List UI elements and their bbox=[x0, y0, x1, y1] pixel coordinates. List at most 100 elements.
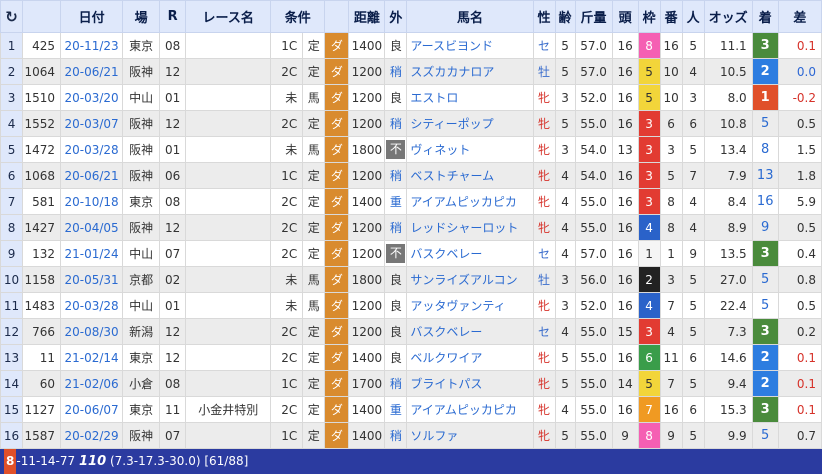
col-race-name[interactable]: レース名 bbox=[185, 0, 272, 33]
race-date[interactable]: 20-06/07 bbox=[60, 396, 124, 423]
col-heads[interactable]: 頭 bbox=[611, 0, 639, 33]
race-date[interactable]: 20-02/29 bbox=[60, 422, 124, 449]
table-row[interactable]: 16 1587 20-02/29 阪神 07 1C 定ダ 1400 稍ソルファ牝 5 55.0 9 8 9… bbox=[0, 422, 822, 449]
row-number: 6 bbox=[0, 162, 24, 189]
col-odds[interactable]: オッズ bbox=[703, 0, 753, 33]
race-name bbox=[185, 292, 272, 319]
sex: 牝 bbox=[532, 370, 556, 397]
col-distance[interactable]: 距離 bbox=[348, 0, 386, 33]
table-row[interactable]: 9 132 21-01/24 中山 07 2C 定ダ 1200 不バスクベレーセ 4 57.0 16 1… bbox=[0, 240, 822, 267]
reload-icon[interactable]: ↻ bbox=[5, 8, 18, 26]
horse-name[interactable]: アッタヴァンティ bbox=[406, 292, 534, 319]
col-weight[interactable]: 斤量 bbox=[574, 0, 613, 33]
horse-name[interactable]: アイアムピッカピカ bbox=[406, 396, 534, 423]
table-row[interactable]: 8 1427 20-04/05 阪神 12 2C 定ダ 1200 稍レッドシャーロット牝 4 55.… bbox=[0, 214, 822, 241]
col-margin[interactable]: 差 bbox=[777, 0, 822, 33]
col-id bbox=[22, 0, 62, 33]
odds: 22.4 bbox=[703, 292, 753, 319]
waku-badge: 3 bbox=[637, 136, 661, 163]
horse-name[interactable]: レッドシャーロット bbox=[406, 214, 534, 241]
sex: 牝 bbox=[532, 292, 556, 319]
horse-name[interactable]: ヴィネット bbox=[406, 136, 534, 163]
col-date[interactable]: 日付 bbox=[60, 0, 124, 33]
table-row[interactable]: 6 1068 20-06/21 阪神 06 1C 定ダ 1200 稍ベストチャーム牝 4 54.0 1… bbox=[0, 162, 822, 189]
race-date[interactable]: 20-03/28 bbox=[60, 136, 124, 163]
race-date[interactable]: 20-06/21 bbox=[60, 162, 124, 189]
horse-name[interactable]: ブライトパス bbox=[406, 370, 534, 397]
table-row[interactable]: 7 581 20-10/18 東京 08 2C 定ダ 1400 重アイアムピッカピカ牝 4 55.0… bbox=[0, 188, 822, 215]
popularity: 6 bbox=[681, 110, 705, 137]
col-outer[interactable]: 外 bbox=[384, 0, 408, 33]
race-date[interactable]: 21-01/24 bbox=[60, 240, 124, 267]
table-row[interactable]: 12 766 20-08/30 新潟 12 2C 定ダ 1200 良バスクベレーセ 4 55.0 15… bbox=[0, 318, 822, 345]
race-date[interactable]: 20-11/23 bbox=[60, 32, 124, 59]
race-date[interactable]: 21-02/06 bbox=[60, 370, 124, 397]
col-sex[interactable]: 性 bbox=[532, 0, 556, 33]
table-row[interactable]: 3 1510 20-03/20 中山 01 未馬ダ 1200 良エストロ牝 3 52.0 16 5 10… bbox=[0, 84, 822, 111]
race-date[interactable]: 21-02/14 bbox=[60, 344, 124, 371]
horse-name[interactable]: ソルファ bbox=[406, 422, 534, 449]
table-row[interactable]: 1 425 20-11/23 東京 08 1C 定ダ 1400 良アースビヨンドセ 5 57.0 16… bbox=[0, 32, 822, 59]
race-date[interactable]: 20-03/07 bbox=[60, 110, 124, 137]
race-date[interactable]: 20-03/28 bbox=[60, 292, 124, 319]
race-class: 1C bbox=[270, 32, 304, 59]
finish: 5 bbox=[751, 292, 779, 319]
table-row[interactable]: 2 1064 20-06/21 阪神 12 2C 定ダ 1200 稍スズカカナロア牡 5 57.0 1… bbox=[0, 58, 822, 85]
distance: 1400 bbox=[348, 32, 386, 59]
popularity: 5 bbox=[681, 136, 705, 163]
table-row[interactable]: 15 1127 20-06/07 東京 11 小金井特別 2C 定ダ 1400 重アイアムピッカピ… bbox=[0, 396, 822, 423]
sex: 牡 bbox=[532, 58, 556, 85]
horse-name[interactable]: サンライズアルコン bbox=[406, 266, 534, 293]
waku-badge: 8 bbox=[637, 422, 661, 449]
race-id: 1064 bbox=[22, 58, 62, 85]
race-number: 01 bbox=[159, 136, 187, 163]
weight-carried: 55.0 bbox=[574, 110, 613, 137]
col-popularity[interactable]: 人 bbox=[681, 0, 705, 33]
table-row[interactable]: 14 60 21-02/06 小倉 08 1C 定ダ 1700 稍ブライトパス牝 5 55.0 14 5… bbox=[0, 370, 822, 397]
race-date[interactable]: 20-04/05 bbox=[60, 214, 124, 241]
col-waku[interactable]: 枠 bbox=[637, 0, 661, 33]
horse-number: 8 bbox=[659, 214, 683, 241]
race-date[interactable]: 20-10/18 bbox=[60, 188, 124, 215]
col-venue[interactable]: 場 bbox=[122, 0, 161, 33]
weight-carried: 55.0 bbox=[574, 422, 613, 449]
age: 4 bbox=[554, 188, 576, 215]
race-date[interactable]: 20-08/30 bbox=[60, 318, 124, 345]
table-row[interactable]: 10 1158 20-05/31 京都 02 未馬ダ 1800 良サンライズアルコン牡 3 56.… bbox=[0, 266, 822, 293]
horse-name[interactable]: エストロ bbox=[406, 84, 534, 111]
popularity: 6 bbox=[681, 396, 705, 423]
table-row[interactable]: 11 1483 20-03/28 中山 01 未馬ダ 1200 良アッタヴァンティ牝 3 52.0… bbox=[0, 292, 822, 319]
row-number: 9 bbox=[0, 240, 24, 267]
table-row[interactable]: 5 1472 20-03/28 阪神 01 未馬ダ 1800 不ヴィネット牝 3 54.0 13 3 3… bbox=[0, 136, 822, 163]
race-date[interactable]: 20-06/21 bbox=[60, 58, 124, 85]
race-date[interactable]: 20-03/20 bbox=[60, 84, 124, 111]
col-condition[interactable]: 条件 bbox=[270, 0, 326, 33]
race-name bbox=[185, 84, 272, 111]
col-race-no[interactable]: R bbox=[159, 0, 187, 33]
horse-name[interactable]: シティーポップ bbox=[406, 110, 534, 137]
table-row[interactable]: 13 11 21-02/14 東京 12 2C 定ダ 1400 良ベルクワイア牝 5 55.0 16 6… bbox=[0, 344, 822, 371]
horse-name[interactable]: アースビヨンド bbox=[406, 32, 534, 59]
reload-button[interactable]: ↻ bbox=[0, 0, 24, 33]
waku-badge: 5 bbox=[637, 58, 661, 85]
surface-badge: ダ bbox=[324, 266, 350, 293]
margin: 0.4 bbox=[777, 240, 822, 267]
table-row[interactable]: 4 1552 20-03/07 阪神 12 2C 定ダ 1200 稍シティーポップ牝 5 55.0 1… bbox=[0, 110, 822, 137]
col-finish[interactable]: 着 bbox=[751, 0, 779, 33]
horse-name[interactable]: スズカカナロア bbox=[406, 58, 534, 85]
race-date[interactable]: 20-05/31 bbox=[60, 266, 124, 293]
odds: 7.9 bbox=[703, 162, 753, 189]
distance: 1400 bbox=[348, 396, 386, 423]
horse-number: 8 bbox=[659, 188, 683, 215]
col-horse[interactable]: 馬名 bbox=[406, 0, 534, 33]
horse-name[interactable]: アイアムピッカピカ bbox=[406, 188, 534, 215]
col-number[interactable]: 番 bbox=[659, 0, 683, 33]
horse-name[interactable]: バスクベレー bbox=[406, 240, 534, 267]
venue: 東京 bbox=[122, 396, 161, 423]
finish: 16 bbox=[751, 188, 779, 215]
col-age[interactable]: 齢 bbox=[554, 0, 576, 33]
horse-name[interactable]: ベルクワイア bbox=[406, 344, 534, 371]
horse-name[interactable]: バスクベレー bbox=[406, 318, 534, 345]
horse-name[interactable]: ベストチャーム bbox=[406, 162, 534, 189]
horse-number: 16 bbox=[659, 32, 683, 59]
